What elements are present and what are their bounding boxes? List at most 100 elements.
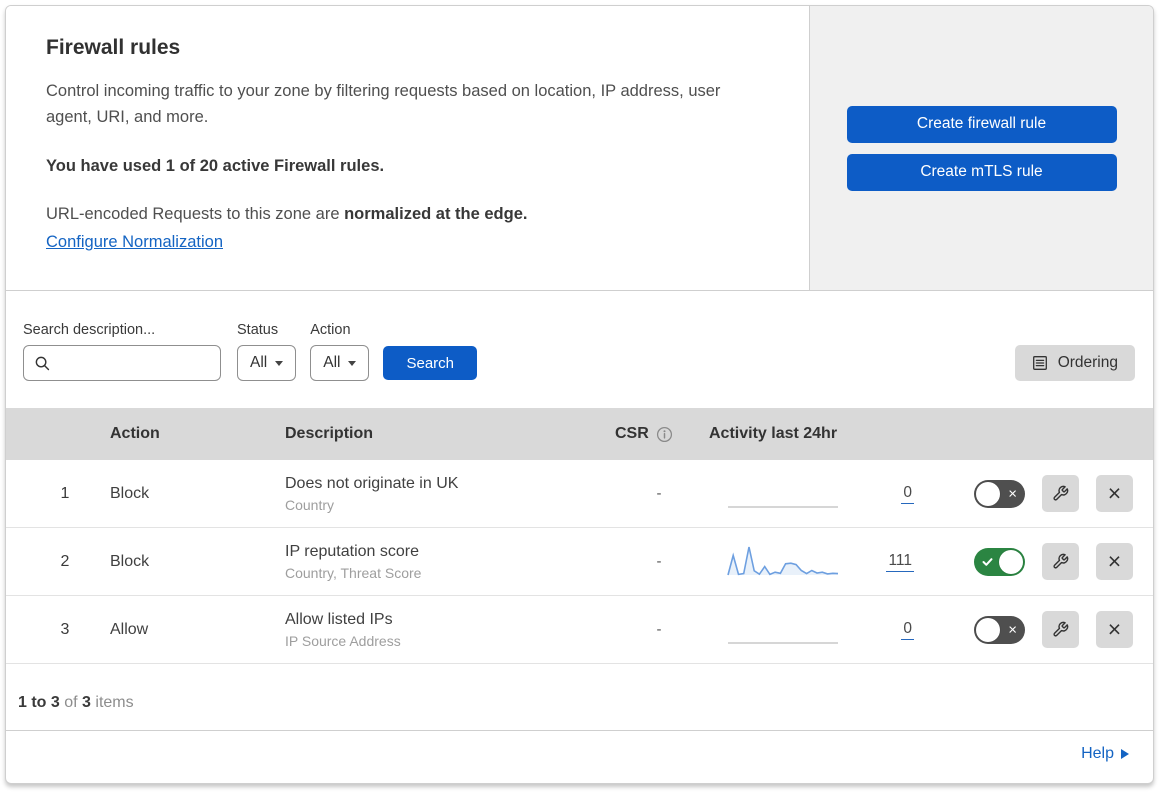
normalization-prefix: URL-encoded Requests to this zone are — [46, 205, 345, 224]
rule-description: Does not originate in UK — [285, 474, 459, 492]
ordering-button[interactable]: Ordering — [1014, 345, 1135, 381]
activity-column-header: Activity last 24hr — [709, 425, 838, 442]
edit-rule-button[interactable] — [1042, 543, 1079, 580]
rule-controls: × × — [920, 611, 1153, 648]
action-filter-group: Action All — [310, 322, 383, 381]
normalization-note: URL-encoded Requests to this zone are no… — [46, 205, 769, 224]
normalization-bold: normalized at the edge. — [344, 205, 528, 224]
action-column-header: Action — [110, 425, 160, 442]
activity-count-link[interactable]: 0 — [901, 484, 914, 504]
actions-panel: Create firewall rule Create mTLS rule — [810, 6, 1153, 290]
filter-bar: Search description... Status All Action — [6, 291, 1153, 408]
rule-description-cell: IP reputation score Country, Threat Scor… — [285, 543, 613, 581]
action-dropdown[interactable]: All — [310, 345, 370, 381]
rule-csr-value: - — [656, 553, 662, 570]
page-description: Control incoming traffic to your zone by… — [46, 82, 721, 126]
close-icon: × — [1107, 616, 1122, 642]
activity-count-link[interactable]: 111 — [886, 552, 914, 572]
search-button[interactable]: Search — [383, 346, 477, 380]
edit-rule-button[interactable] — [1042, 611, 1079, 648]
rule-action: Block — [110, 484, 150, 502]
activity-sparkline — [727, 474, 839, 514]
delete-rule-button[interactable]: × — [1096, 475, 1133, 512]
action-dropdown-value: All — [323, 354, 341, 371]
items-label: items — [90, 694, 134, 711]
description-column-header: Description — [285, 425, 374, 442]
rule-activity-cell: 0 — [705, 610, 920, 650]
rule-action: Allow — [110, 620, 149, 638]
header-section: Firewall rules Control incoming traffic … — [6, 6, 1153, 291]
activity-count-link[interactable]: 0 — [901, 620, 914, 640]
toggle-knob — [999, 549, 1023, 574]
search-description-field[interactable] — [23, 345, 221, 381]
csr-column-label: CSR — [615, 425, 649, 442]
rule-enable-toggle[interactable]: × — [974, 479, 1025, 508]
rule-description-cell: Does not originate in UK Country — [285, 475, 613, 513]
firewall-rules-card: Firewall rules Control incoming traffic … — [5, 5, 1154, 784]
status-dropdown-value: All — [250, 354, 268, 371]
create-mtls-rule-button[interactable]: Create mTLS rule — [846, 153, 1117, 191]
header-text-panel: Firewall rules Control incoming traffic … — [6, 6, 810, 290]
status-label: Status — [237, 322, 279, 338]
rule-priority: 1 — [60, 484, 70, 502]
chevron-down-icon — [348, 360, 357, 366]
search-description-label: Search description... — [23, 322, 156, 338]
check-icon — [982, 557, 993, 567]
rule-enable-toggle[interactable]: × — [974, 547, 1025, 576]
items-range: 1 to 3 — [18, 694, 60, 711]
rule-priority: 3 — [60, 620, 70, 638]
search-icon — [34, 355, 51, 372]
status-filter-group: Status All — [237, 322, 310, 381]
create-firewall-rule-button[interactable]: Create firewall rule — [846, 105, 1117, 143]
rule-csr-value: - — [656, 621, 662, 638]
search-description-input[interactable] — [58, 353, 210, 373]
close-icon: × — [1107, 480, 1122, 506]
search-description-group: Search description... — [23, 322, 221, 381]
rule-action: Block — [110, 552, 150, 570]
usage-summary: You have used 1 of 20 active Firewall ru… — [46, 157, 385, 176]
rule-activity-cell: 0 — [705, 474, 920, 514]
rule-controls: × × — [920, 543, 1153, 580]
rule-criteria: IP Source Address — [285, 632, 401, 649]
activity-sparkline — [727, 542, 839, 582]
items-of-text: of — [59, 694, 83, 711]
delete-rule-button[interactable]: × — [1096, 543, 1133, 580]
edit-rule-button[interactable] — [1042, 475, 1079, 512]
help-row: Help — [6, 730, 1153, 776]
rule-enable-toggle[interactable]: × — [974, 615, 1025, 644]
rule-controls: × × — [920, 475, 1153, 512]
arrow-right-icon — [1121, 748, 1129, 759]
table-header: Action Description CSR Activity last 24h… — [6, 408, 1153, 460]
rule-activity-cell: 111 — [705, 542, 920, 582]
csr-column-header: CSR — [613, 425, 705, 443]
rule-description: IP reputation score — [285, 542, 420, 560]
close-icon: × — [1107, 548, 1122, 574]
x-icon: × — [1008, 621, 1017, 638]
action-label: Action — [310, 322, 351, 338]
toggle-knob — [976, 481, 1000, 506]
x-icon: × — [1008, 485, 1017, 502]
ordering-button-label: Ordering — [1057, 354, 1118, 371]
page-title: Firewall rules — [46, 36, 181, 59]
items-count: 1 to 3 of 3 items — [6, 664, 1153, 730]
items-total: 3 — [82, 694, 91, 711]
rule-priority: 2 — [60, 552, 70, 570]
wrench-icon — [1052, 553, 1069, 570]
table-row: 3 Allow Allow listed IPs IP Source Addre… — [6, 596, 1153, 664]
configure-normalization-link[interactable]: Configure Normalization — [46, 233, 223, 251]
table-row: 1 Block Does not originate in UK Country… — [6, 460, 1153, 528]
ordering-list-icon — [1032, 355, 1048, 371]
wrench-icon — [1052, 621, 1069, 638]
rule-description-cell: Allow listed IPs IP Source Address — [285, 611, 613, 649]
rule-criteria: Country, Threat Score — [285, 564, 422, 581]
rule-csr-value: - — [656, 485, 662, 502]
table-row: 2 Block IP reputation score Country, Thr… — [6, 528, 1153, 596]
wrench-icon — [1052, 485, 1069, 502]
rule-criteria: Country — [285, 496, 335, 513]
activity-sparkline — [727, 610, 839, 650]
delete-rule-button[interactable]: × — [1096, 611, 1133, 648]
toggle-knob — [976, 617, 1000, 642]
info-icon[interactable] — [656, 426, 673, 443]
help-link[interactable]: Help — [1081, 745, 1114, 763]
status-dropdown[interactable]: All — [237, 345, 297, 381]
